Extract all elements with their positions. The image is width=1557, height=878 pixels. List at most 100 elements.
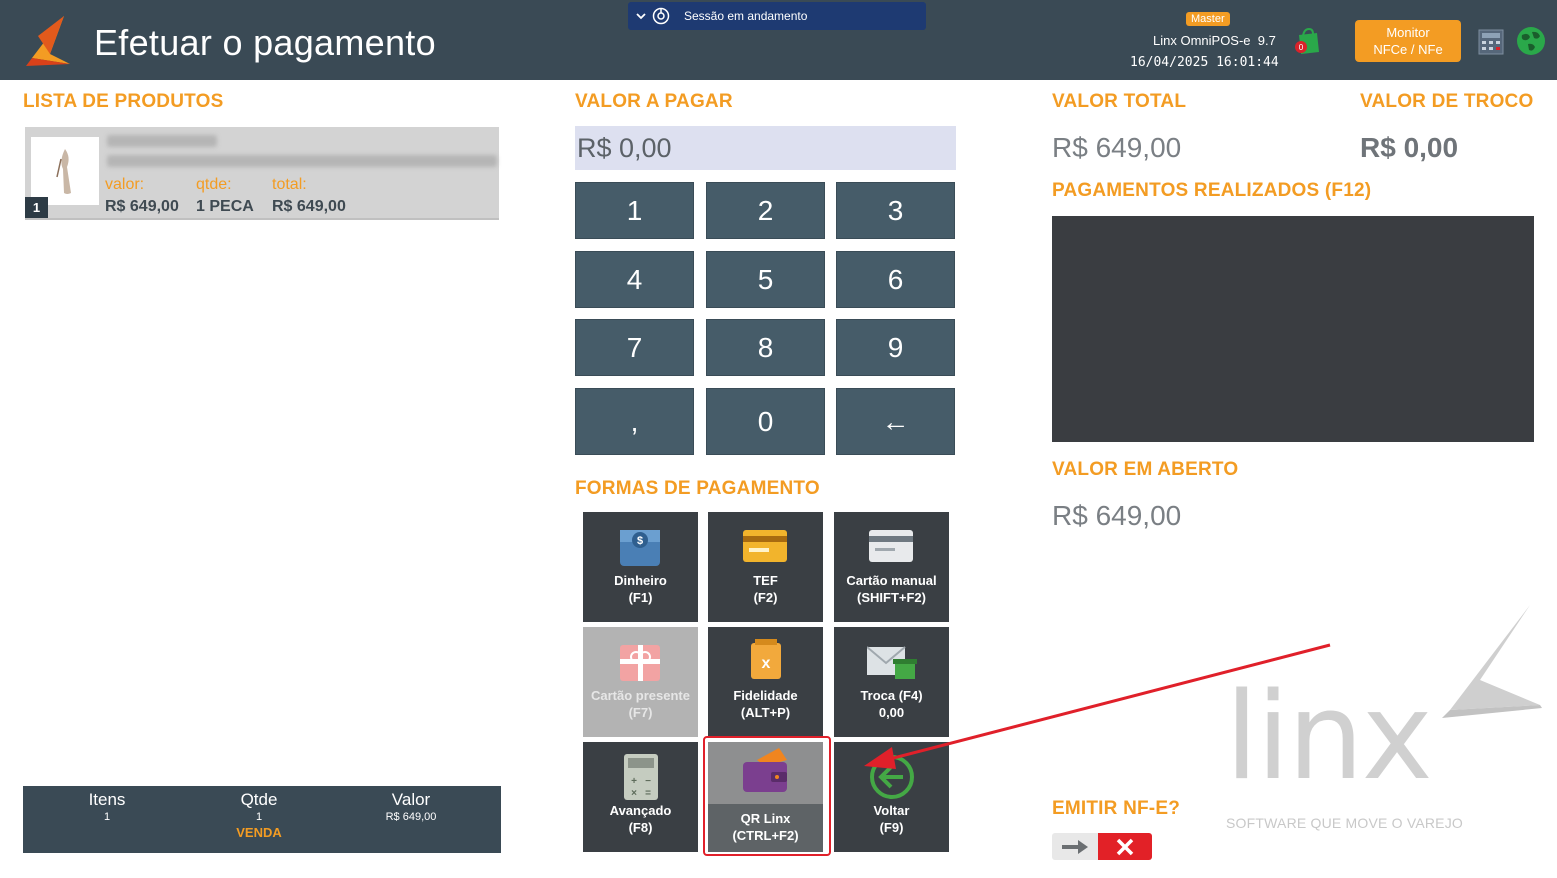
loyalty-icon: x xyxy=(751,639,781,679)
key-4[interactable]: 4 xyxy=(575,251,694,308)
linx-logo-icon xyxy=(26,16,70,66)
svg-text:$: $ xyxy=(637,535,643,547)
app-name: Linx OmniPOS-e 9.7 xyxy=(1153,33,1276,48)
product-description-blurred xyxy=(107,155,497,167)
product-qtde: 1 PECA xyxy=(196,198,254,215)
open-amount-title: VALOR EM ABERTO xyxy=(1052,459,1239,480)
arrow-right-icon xyxy=(1062,839,1088,854)
pay-tef-key: (F2) xyxy=(753,590,778,605)
svg-text:=: = xyxy=(645,788,651,799)
svg-text:×: × xyxy=(631,788,637,799)
pay-tef-label: TEF xyxy=(753,573,778,588)
summary-itens-label: Itens xyxy=(88,790,126,809)
payments-done-title: PAGAMENTOS REALIZADOS (F12) xyxy=(1052,180,1372,201)
key-2[interactable]: 2 xyxy=(706,182,825,239)
key-3[interactable]: 3 xyxy=(836,182,955,239)
pay-exchange-label: Troca (F4) xyxy=(860,688,923,703)
emit-nfe-toggle[interactable] xyxy=(1052,833,1152,860)
monitor-line1: Monitor xyxy=(1386,25,1430,40)
product-valor-label: valor: xyxy=(105,176,145,193)
change-value: R$ 0,00 xyxy=(1360,132,1459,163)
summary-itens-value: 1 xyxy=(103,811,111,823)
methods-title: FORMAS DE PAGAMENTO xyxy=(575,478,820,499)
pay-cash-key: (F1) xyxy=(628,590,653,605)
key-0[interactable]: 0 xyxy=(706,388,825,455)
pay-cash-label: Dinheiro xyxy=(614,573,667,588)
tef-card-icon xyxy=(743,530,787,562)
exchange-icon xyxy=(867,646,917,679)
shopping-bag-icon[interactable]: 0 xyxy=(1291,26,1321,56)
product-valor: R$ 649,00 xyxy=(105,198,179,215)
pay-gift-card-label: Cartão presente xyxy=(591,688,690,703)
key-7[interactable]: 7 xyxy=(575,319,694,376)
total-title: VALOR TOTAL xyxy=(1052,91,1187,112)
session-text: Sessão em andamento xyxy=(684,9,808,23)
monitor-nfce-button[interactable]: Monitor NFCe / NFe xyxy=(1355,20,1461,62)
pay-manual-card-label: Cartão manual xyxy=(846,573,937,588)
qr-linx-highlight-box xyxy=(703,736,831,856)
pay-advanced-key: (F8) xyxy=(628,820,653,835)
product-total: R$ 649,00 xyxy=(272,198,346,215)
pay-loyalty-label: Fidelidade xyxy=(733,688,798,703)
amount-title: VALOR A PAGAR xyxy=(575,91,733,112)
product-qtde-label: qtde: xyxy=(196,176,232,193)
product-total-label: total: xyxy=(272,176,307,193)
manual-card-icon xyxy=(869,530,913,562)
key-8[interactable]: 8 xyxy=(706,319,825,376)
key-1[interactable]: 1 xyxy=(575,182,694,239)
product-code-blurred xyxy=(107,135,217,147)
back-button[interactable]: Voltar (F9) xyxy=(834,742,949,852)
app-version: 9.7 xyxy=(1257,33,1276,48)
header-bar: Efetuar o pagamento Sessão em andamento … xyxy=(0,0,1557,80)
product-index: 1 xyxy=(25,197,48,218)
pay-manual-card-button[interactable]: Cartão manual (SHIFT+F2) xyxy=(834,512,949,622)
toggle-off-side xyxy=(1098,833,1152,860)
svg-text:x: x xyxy=(762,655,771,672)
key-comma[interactable]: , xyxy=(575,388,694,455)
globe-icon[interactable] xyxy=(1516,26,1546,56)
summary-valor-value: R$ 649,00 xyxy=(385,811,437,823)
toggle-arrow-side xyxy=(1052,833,1098,860)
cash-icon: $ xyxy=(620,530,660,566)
payments-done-list[interactable] xyxy=(1052,216,1534,442)
product-card[interactable]: 1 valor: qtde: total: R$ 649,00 1 PECA R… xyxy=(25,127,499,220)
summary-valor: Valor R$ 649,00 xyxy=(331,790,491,823)
calculator-header-icon[interactable] xyxy=(1477,28,1505,56)
product-image-icon xyxy=(56,149,71,194)
pay-advanced-label: Avançado xyxy=(609,803,672,818)
gift-card-icon xyxy=(620,645,660,681)
svg-text:+: + xyxy=(631,776,637,787)
pay-exchange-button[interactable]: Troca (F4) 0,00 xyxy=(834,627,949,737)
summary-valor-label: Valor xyxy=(391,790,431,809)
key-9[interactable]: 9 xyxy=(836,319,955,376)
linx-wordmark: linx xyxy=(1225,668,1433,807)
monitor-line2: NFCe / NFe xyxy=(1373,42,1443,57)
pay-advanced-button[interactable]: + − × = Avançado (F8) xyxy=(583,742,698,852)
pay-cash-button[interactable]: $ Dinheiro (F1) xyxy=(583,512,698,622)
key-5[interactable]: 5 xyxy=(706,251,825,308)
back-arrow-icon xyxy=(870,755,914,799)
pay-manual-card-key: (SHIFT+F2) xyxy=(857,590,926,605)
amount-input[interactable] xyxy=(575,126,956,170)
chevron-down-icon xyxy=(636,13,646,20)
emit-nfe-title: EMITIR NF-E? xyxy=(1052,798,1180,819)
pay-tef-button[interactable]: TEF (F2) xyxy=(708,512,823,622)
bag-count: 0 xyxy=(1299,43,1304,52)
session-indicator[interactable]: Sessão em andamento xyxy=(628,2,926,30)
key-backspace[interactable]: ← xyxy=(836,388,955,455)
pay-loyalty-button[interactable]: x Fidelidade (ALT+P) xyxy=(708,627,823,737)
master-badge: Master xyxy=(1186,12,1230,26)
key-6[interactable]: 6 xyxy=(836,251,955,308)
pay-gift-card-button[interactable]: Cartão presente (F7) xyxy=(583,627,698,737)
linx-tagline: SOFTWARE QUE MOVE O VAREJO xyxy=(1226,815,1463,831)
summary-sale-type: VENDA xyxy=(236,825,282,840)
page-title: Efetuar o pagamento xyxy=(94,22,436,63)
back-key: (F9) xyxy=(879,820,904,835)
close-x-icon xyxy=(1116,838,1134,855)
change-title: VALOR DE TROCO xyxy=(1360,91,1534,112)
summary-itens: Itens 1 xyxy=(27,790,187,823)
product-thumbnail xyxy=(31,137,99,205)
sale-summary: Itens 1 Qtde 1 VENDA Valor R$ 649,00 xyxy=(23,786,501,853)
summary-qtde-value: 1 xyxy=(255,811,263,823)
pay-loyalty-key: (ALT+P) xyxy=(740,705,791,720)
